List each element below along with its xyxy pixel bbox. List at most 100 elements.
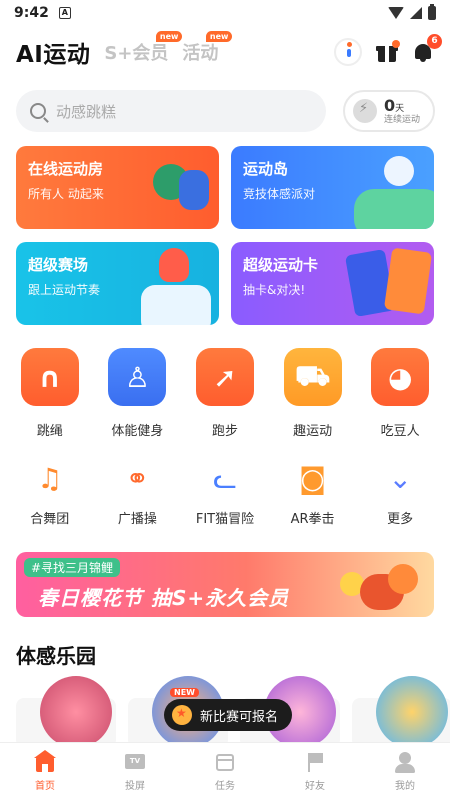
gift-ribbon [385,46,389,62]
grid-item-fit-cat[interactable]: ᓚ FIT猫冒险 [185,458,265,528]
streak-value: 0天 [384,95,420,115]
card-sport-island[interactable]: 运动岛 竞技体感派对 [231,146,434,229]
streak-label: 连续运动 [384,114,421,125]
card-super-sport-card[interactable]: 超级运动卡 抽卡&对决! [231,242,434,325]
grid-item-jump-rope[interactable]: ∩ 跳绳 [10,348,90,439]
dance-icon: ♫ [37,461,63,495]
island-illustration [354,189,434,229]
grid-item-exercise[interactable]: ⚭ 广播操 [97,458,177,528]
nav-tasks[interactable]: 任务 [190,751,260,792]
grid-item-more[interactable]: ⌄ 更多 [360,458,440,528]
bell-icon[interactable]: 6 [412,34,442,63]
streak-button[interactable]: 0天 连续运动 [343,90,435,132]
balloon-illustration [159,248,189,282]
grid-item-label: 趣运动 [293,424,333,439]
new-match-toast[interactable]: NEW 新比赛可报名 [164,688,293,731]
user-icon [394,751,416,773]
trading-card-illustration [383,247,433,315]
nav-label: 任务 [215,781,235,792]
tab-membership[interactable]: S+会员 new [104,31,183,65]
battery-icon [428,4,436,20]
grid-item-label: 跑步 [211,424,238,439]
game-thumbnail[interactable] [376,676,448,748]
fitness-glyph: ♙ [124,360,150,394]
wifi-icon [388,7,404,19]
search-icon [30,103,46,119]
star-icon [172,705,192,725]
bottom-nav: 首页 TV 投屏 任务 好友 我的 [0,742,450,800]
running-icon: ➚ [195,348,254,406]
grid-item-label: 跳绳 [36,424,63,439]
grid-item-label: 更多 [387,512,414,527]
new-badge: NEW [170,688,199,697]
tv-icon: TV [124,751,146,773]
grid-item-label: 体能健身 [111,424,164,439]
notification-count-badge: 6 [427,34,442,49]
nav-label: 首页 [35,781,55,792]
more-icon: ⌄ [388,461,412,495]
search-placeholder: 动感跳糕 [56,102,117,121]
grid-item-label: 广播操 [117,512,157,527]
pacman-glyph: ◕ [387,360,413,394]
nav-label: 好友 [305,781,325,792]
tab-events-label: 活动 [182,43,219,64]
grid-item-boxing[interactable]: ◙ AR拳击 [273,458,353,528]
search-input[interactable]: 动感跳糕 [16,90,326,132]
nav-home[interactable]: 首页 [10,750,80,792]
grid-item-fun-sport[interactable]: ⛟ 趣运动 [273,348,353,439]
grid-item-label: AR拳击 [290,512,335,527]
status-time: 9:42 [14,5,49,21]
activity-ring-icon[interactable] [334,38,362,66]
nav-profile[interactable]: 我的 [370,751,440,792]
grid-item-fitness[interactable]: ♙ 体能健身 [97,348,177,439]
toast-text: 新比赛可报名 [200,709,279,725]
app-header: AI运动 S+会员 new 活动 new 6 [0,30,450,74]
home-shape [34,750,56,772]
calendar-icon [214,751,236,773]
tab-events[interactable]: 活动 new [182,31,233,65]
nav-cast[interactable]: TV 投屏 [100,751,170,792]
grid-item-dance[interactable]: ♫ 合舞团 [10,458,90,528]
lightning-icon [353,99,377,123]
tv-shape: TV [125,754,145,769]
gift-icon[interactable] [376,40,400,63]
grid-item-running[interactable]: ➚ 跑步 [185,348,265,439]
grid-item-pacman[interactable]: ◕ 吃豆人 [360,348,440,439]
pacman-icon: ◕ [371,348,430,406]
flag-shape [308,753,323,772]
gift-dot [392,40,400,48]
card-super-arena[interactable]: 超级赛场 跟上运动节奏 [16,242,219,325]
page-title: AI运动 [16,42,91,68]
calendar-shape [216,754,234,771]
banner-tag: #寻找三月锦鲤 [24,558,121,577]
game-thumbnail[interactable] [40,676,112,748]
new-badge: new [155,31,183,42]
banner-text: 春日樱花节 抽S+永久会员 [38,586,290,610]
character-illustration [384,156,414,186]
status-icons [388,4,436,20]
nav-label: 投屏 [125,781,145,792]
fun-sport-icon: ⛟ [283,348,342,406]
jump-rope-icon: ∩ [20,348,79,406]
sport-grid-row-1: ∩ 跳绳 ♙ 体能健身 ➚ 跑步 ⛟ 趣运动 ◕ 吃豆人 [0,348,450,439]
streak-unit: 天 [395,103,405,114]
sport-grid-row-2: ♫ 合舞团 ⚭ 广播操 ᓚ FIT猫冒险 ◙ AR拳击 ⌄ 更多 [0,458,450,528]
notification-app-icon: A [58,7,71,19]
jump-rope-glyph: ∩ [38,360,62,394]
boxing-glove-icon: ◙ [298,461,327,495]
grid-item-label: 吃豆人 [380,424,420,439]
nav-friends[interactable]: 好友 [280,751,350,792]
basketball-illustration [388,564,418,594]
user-shape [395,752,415,773]
streak-days: 0 [384,95,396,115]
fit-cat-icon: ᓚ [213,461,237,495]
bell-clapper [420,59,426,62]
signal-icon [410,7,422,19]
streak-text: 0天 连续运动 [384,95,421,125]
tab-membership-label: S+会员 [104,43,169,64]
home-icon [34,750,56,773]
promo-banner[interactable]: #寻找三月锦鲤 春日樱花节 抽S+永久会员 [16,552,434,617]
flag-icon [304,751,326,773]
running-glyph: ➚ [213,360,237,394]
card-online-gym[interactable]: 在线运动房 所有人 动起来 [16,146,219,229]
